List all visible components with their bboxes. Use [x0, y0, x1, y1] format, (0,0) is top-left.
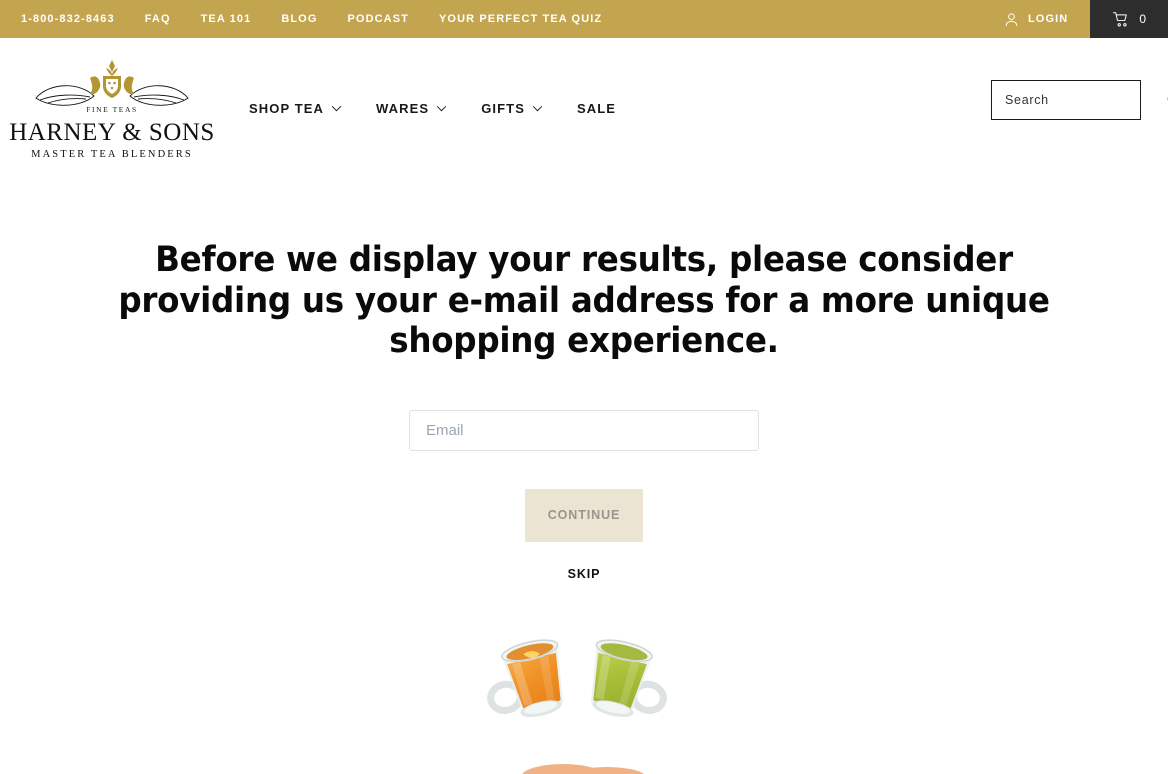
nav-item-gifts[interactable]: GIFTS	[464, 101, 560, 116]
cart-button[interactable]: 0	[1090, 0, 1168, 38]
chevron-down-icon	[331, 105, 342, 112]
site-logo[interactable]: FINE TEAS HARNEY & SONS MASTER TEA BLEND…	[9, 56, 214, 161]
peach-ellipses-shape	[519, 760, 649, 774]
skip-link[interactable]: SKIP	[568, 567, 601, 581]
crest-label: FINE TEAS	[86, 105, 138, 114]
topbar-link-tea-101[interactable]: TEA 101	[186, 0, 267, 38]
site-header: FINE TEAS HARNEY & SONS MASTER TEA BLEND…	[0, 38, 1168, 178]
chevron-down-icon	[436, 105, 447, 112]
logo-tagline: MASTER TEA BLENDERS	[31, 149, 193, 161]
nav-label-sale: SALE	[576, 100, 617, 116]
login-button[interactable]: LOGIN	[989, 0, 1090, 38]
main-navigation: SHOP TEA WARES GIFTS SALE	[232, 101, 633, 116]
logo-name: HARNEY & SONS	[9, 118, 215, 146]
nav-label-wares: WARES	[376, 100, 430, 116]
email-field[interactable]	[409, 409, 759, 451]
crest-icon: FINE TEAS	[24, 56, 200, 123]
nav-item-wares[interactable]: WARES	[359, 101, 464, 116]
shopping-cart-icon	[1112, 11, 1130, 28]
top-utility-bar: 1-800-832-8463 FAQ TEA 101 BLOG PODCAST …	[0, 0, 1168, 38]
top-utility-links: 1-800-832-8463 FAQ TEA 101 BLOG PODCAST …	[0, 0, 617, 38]
user-icon	[1003, 11, 1020, 28]
topbar-link-blog[interactable]: BLOG	[266, 0, 332, 38]
nav-item-shop-tea[interactable]: SHOP TEA	[232, 101, 359, 116]
nav-item-sale[interactable]: SALE	[560, 101, 633, 116]
topbar-link-podcast[interactable]: PODCAST	[333, 0, 424, 38]
page-title: Before we display your results, please c…	[118, 240, 1050, 362]
topbar-link-faq[interactable]: FAQ	[130, 0, 186, 38]
search-input[interactable]	[1005, 93, 1166, 107]
continue-button[interactable]: CONTINUE	[525, 488, 643, 542]
nav-label-gifts: GIFTS	[481, 100, 525, 116]
topbar-link-tea-quiz[interactable]: YOUR PERFECT TEA QUIZ	[424, 0, 617, 38]
phone-link[interactable]: 1-800-832-8463	[21, 0, 130, 38]
cart-count: 0	[1139, 12, 1146, 26]
two-teacups-toasting-icon	[484, 622, 684, 735]
chevron-down-icon	[532, 105, 543, 112]
top-utility-account-area: LOGIN 0	[989, 0, 1168, 38]
login-label: LOGIN	[1027, 13, 1069, 25]
main-content: Before we display your results, please c…	[0, 178, 1168, 774]
search-box[interactable]	[991, 80, 1168, 120]
nav-label-shop-tea: SHOP TEA	[249, 100, 325, 116]
